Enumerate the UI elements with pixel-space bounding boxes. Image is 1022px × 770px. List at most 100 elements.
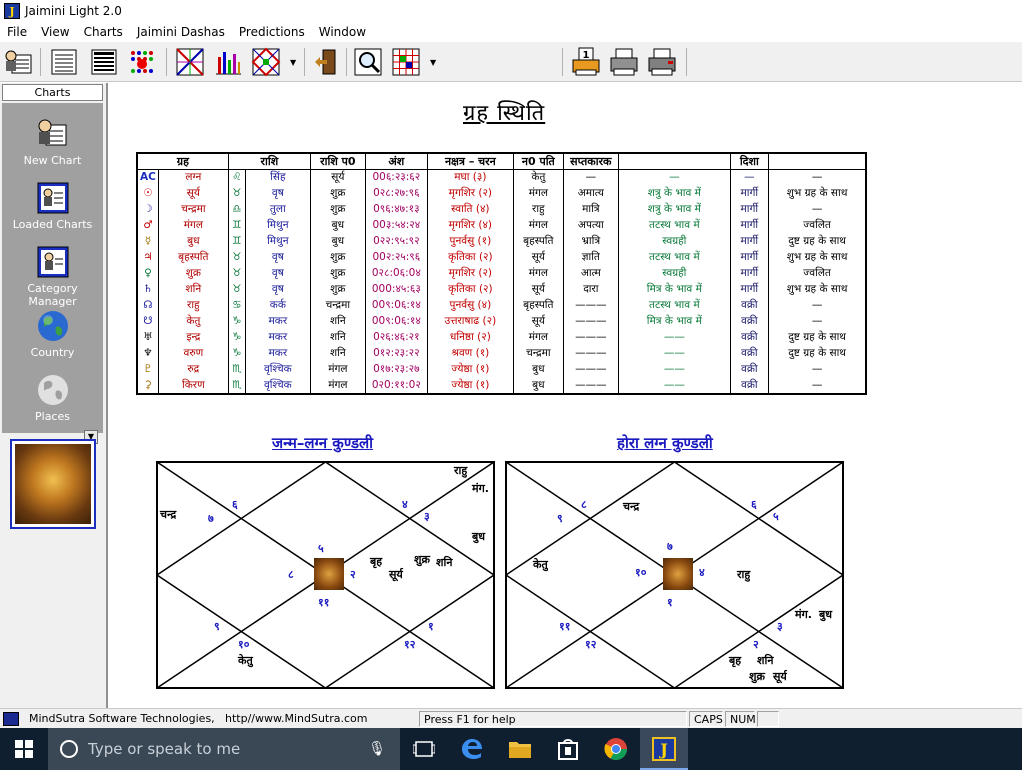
user-chart-icon[interactable] [2, 46, 34, 78]
nakshatra-lord: मंगल [512, 185, 564, 202]
bhava-status: तटस्थ भाव में [617, 249, 731, 266]
rashi-lord: शनि [309, 345, 366, 362]
degree-value: 0२६:४६:२१ [364, 329, 428, 346]
saptakarak: — [562, 169, 619, 186]
zodiac-sign-icon: ♑ [227, 329, 246, 346]
nakshatra-charan: कृतिका (२) [426, 281, 514, 298]
nakshatra-charan: उत्तराषाढ (२) [426, 313, 514, 330]
nakshatra-charan: पुनर्वसु (१) [426, 233, 514, 250]
direction-status: मार्गी [729, 217, 769, 234]
sidebar-item-country[interactable]: Country [2, 309, 103, 359]
sidebar-item-new-chart[interactable]: New Chart [2, 117, 103, 167]
category-manager-icon [36, 245, 70, 279]
sidebar-header[interactable]: Charts [2, 84, 103, 101]
direction-status: मार्गी [729, 281, 769, 298]
globe-icon [36, 309, 70, 343]
fax-printer-icon[interactable] [646, 46, 678, 78]
dots-grid-icon[interactable] [126, 46, 158, 78]
printer-icon[interactable] [608, 46, 640, 78]
planet-name: शुक्र [157, 265, 229, 282]
diamond-grid-icon[interactable] [250, 46, 282, 78]
table-icon[interactable] [88, 46, 120, 78]
table-row: ☊ राहु ♋ कर्क चन्द्रमा 00९:0६:१४ पुनर्वसु (४) ब… [136, 297, 867, 314]
table-row: ♂ मंगल ♊ मिथुन बुध 00३:५४:२४ मृगशिर (४) मंगल अपत… [136, 217, 867, 234]
exit-door-icon[interactable] [310, 46, 342, 78]
task-view-icon[interactable] [400, 728, 448, 770]
association-status: शुभ ग्रह के साथ [767, 281, 867, 298]
association-status: — [767, 201, 867, 218]
sidebar-item-places[interactable]: Places [2, 373, 103, 423]
rashi-name: वृष [244, 281, 311, 298]
col-header-graha: ग्रह [136, 153, 229, 170]
direction-status: वक्री [729, 313, 769, 330]
menu-jaimini-dashas[interactable]: Jaimini Dashas [130, 22, 232, 42]
chrome-icon[interactable] [592, 728, 640, 770]
kundli-label: राहु [737, 568, 751, 581]
jaimini-icon[interactable]: J [640, 728, 688, 770]
col-header-nakshatra: नक्षत्र – चरन [426, 153, 514, 170]
degree-value: 00६:२३:६२ [364, 169, 428, 186]
search-box[interactable]: Type or speak to me 🎙 [48, 728, 400, 770]
menu-view[interactable]: View [34, 22, 76, 42]
rashi-name: तुला [244, 201, 311, 218]
house-number: ८ [288, 568, 294, 581]
nakshatra-charan: कृतिका (२) [426, 249, 514, 266]
direction-status: वक्री [729, 361, 769, 378]
association-status: — [767, 169, 867, 186]
rashi-lord: शुक्र [309, 249, 366, 266]
status-num: NUM [725, 710, 756, 727]
file-explorer-icon[interactable] [496, 728, 544, 770]
sidebar-item-label: Loaded Charts [12, 218, 93, 231]
sidebar: Charts New Chart Loaded Charts Category … [0, 83, 108, 708]
loaded-charts-icon [36, 181, 70, 215]
house-number: ११ [318, 596, 330, 609]
status-scrl [757, 710, 779, 727]
list-icon[interactable] [48, 46, 80, 78]
house-number: २ [350, 568, 356, 581]
menu-window[interactable]: Window [312, 22, 373, 42]
cross-chart-icon[interactable] [174, 46, 206, 78]
zodiac-sign-icon: ♏ [227, 377, 246, 394]
planet-symbol-icon: ♀ [136, 265, 159, 282]
app-icon[interactable]: J [4, 3, 20, 19]
rashi-name: मिथुन [244, 217, 311, 234]
edge-icon[interactable] [448, 728, 496, 770]
saptakarak: भ्रात्रि [562, 233, 619, 250]
status-url[interactable]: http//www.MindSutra.com [221, 711, 413, 727]
store-icon[interactable] [544, 728, 592, 770]
menu-file[interactable]: File [0, 22, 34, 42]
planet-name: रुद्र [157, 361, 229, 378]
menu-charts[interactable]: Charts [77, 22, 130, 42]
nakshatra-lord: सूर्य [512, 249, 564, 266]
menu-predictions[interactable]: Predictions [232, 22, 312, 42]
sidebar-item-label: Country [30, 346, 75, 359]
dropdown-arrow-icon-2[interactable]: ▼ [430, 58, 436, 67]
planet-name: मंगल [157, 217, 229, 234]
nakshatra-lord: सूर्य [512, 313, 564, 330]
print-one-icon[interactable]: 1 [570, 46, 602, 78]
bhava-status: मित्र के भाव में [617, 281, 731, 298]
house-number: १० [238, 638, 250, 651]
kundli-label: चन्द्र [623, 500, 640, 513]
magnify-icon[interactable] [352, 46, 384, 78]
saptakarak: अमात्य [562, 185, 619, 202]
saptakarak: ——— [562, 313, 619, 330]
sidebar-item-loaded-charts[interactable]: Loaded Charts [2, 181, 103, 231]
sidebar-item-label: Category Manager [27, 282, 78, 308]
kundli-label: मंग. [795, 608, 812, 621]
grid-icon[interactable] [390, 46, 422, 78]
bhava-status: —— [617, 377, 731, 394]
association-status: दुष्ट ग्रह के साथ [767, 329, 867, 346]
nakshatra-charan: मघा (३) [426, 169, 514, 186]
zodiac-sign-icon: ♉ [227, 185, 246, 202]
col-header-nak-pati: न0 पति [512, 153, 564, 170]
dropdown-arrow-icon[interactable]: ▼ [290, 58, 296, 67]
kundli-label: केतु [238, 654, 253, 667]
saptakarak: अपत्या [562, 217, 619, 234]
start-button[interactable] [0, 728, 48, 770]
microphone-icon[interactable]: 🎙 [368, 741, 386, 757]
bar-chart-icon[interactable] [212, 46, 244, 78]
sidebar-item-category-manager[interactable]: Category Manager [2, 245, 103, 308]
nakshatra-lord: बृहस्पति [512, 297, 564, 314]
house-number: ७ [208, 512, 214, 525]
